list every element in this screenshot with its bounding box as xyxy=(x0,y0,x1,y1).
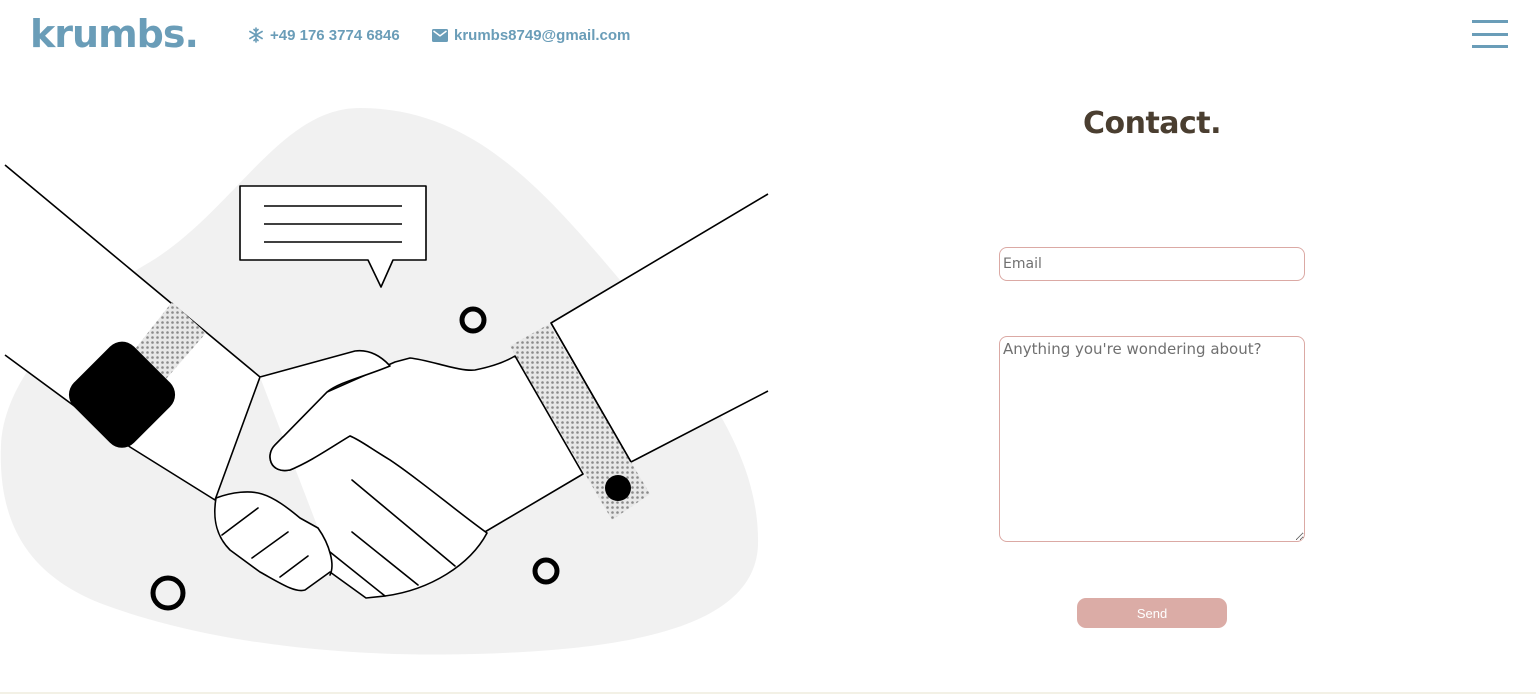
cufflink xyxy=(605,475,631,501)
mail-icon xyxy=(432,28,448,42)
email-field[interactable] xyxy=(999,247,1305,281)
send-button[interactable]: Send xyxy=(1077,598,1227,628)
email-link[interactable]: krumbs8749@gmail.com xyxy=(432,25,630,45)
email-address: krumbs8749@gmail.com xyxy=(454,26,631,44)
contact-title: Contact. xyxy=(1082,106,1222,141)
logo[interactable]: krumbs. xyxy=(30,10,199,58)
menu-bar xyxy=(1472,32,1508,36)
menu-bar xyxy=(1472,45,1508,48)
hamburger-menu-icon[interactable] xyxy=(1472,20,1508,48)
snowflake-icon xyxy=(248,27,264,43)
phone-number: +49 176 3774 6846 xyxy=(270,26,400,44)
menu-bar xyxy=(1472,20,1508,23)
phone-link[interactable]: +49 176 3774 6846 xyxy=(248,25,400,45)
handshake-illustration xyxy=(0,108,769,655)
message-textarea[interactable] xyxy=(999,336,1305,542)
